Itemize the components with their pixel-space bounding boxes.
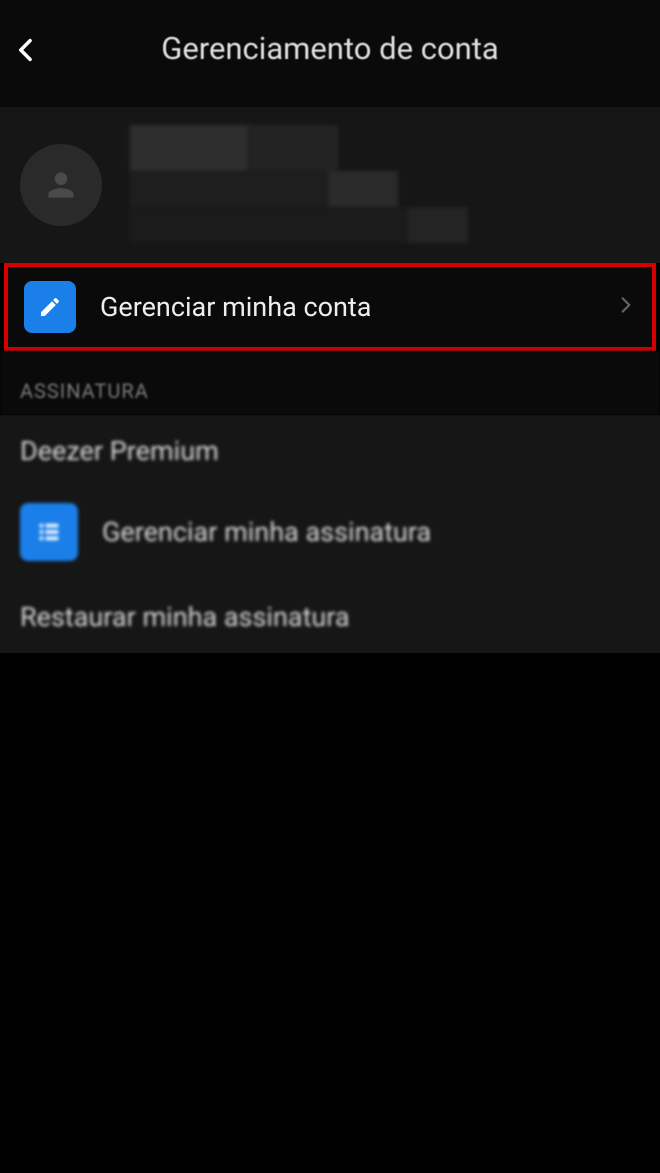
edit-icon-box [24,281,76,333]
subscription-section-header: ASSINATURA [0,351,660,415]
avatar[interactable] [20,144,102,226]
list-icon [35,518,63,546]
manage-account-row[interactable]: Gerenciar minha conta [8,267,652,347]
subscription-section: Deezer Premium Gerenciar minha assinatur… [0,415,660,653]
profile-info-redacted [130,125,470,245]
plan-name-row: Deezer Premium [0,415,660,483]
profile-section [0,107,660,263]
chevron-right-icon [616,295,636,319]
restore-subscription-label: Restaurar minha assinatura [20,601,640,633]
manage-subscription-row[interactable]: Gerenciar minha assinatura [0,483,660,581]
manage-subscription-label: Gerenciar minha assinatura [102,516,640,548]
manage-account-highlight: Gerenciar minha conta [4,263,656,351]
pencil-icon [38,295,62,319]
manage-account-label: Gerenciar minha conta [100,291,592,323]
page-header: Gerenciamento de conta [0,0,660,107]
person-icon [42,166,80,204]
list-icon-box [20,503,78,561]
restore-subscription-row[interactable]: Restaurar minha assinatura [0,581,660,653]
page-title: Gerenciamento de conta [20,30,640,67]
